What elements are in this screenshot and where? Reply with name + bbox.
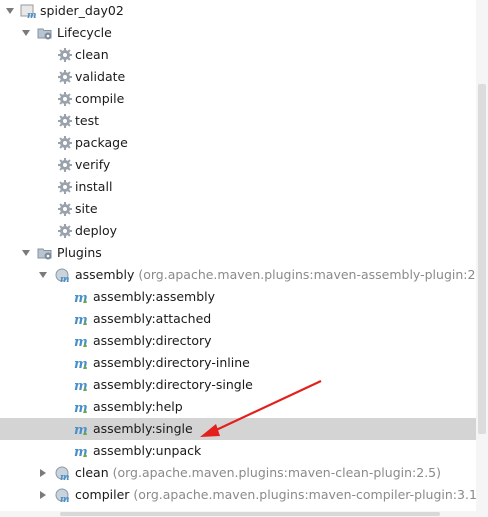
- lifecycle-goal-site[interactable]: site: [0, 198, 476, 220]
- goal-label: install: [75, 179, 113, 194]
- gear-icon: [57, 69, 73, 85]
- gear-icon: [57, 157, 73, 173]
- plugin-compiler-label: compiler (org.apache.maven.plugins:maven…: [75, 484, 476, 506]
- plugin-name: clean: [75, 465, 109, 480]
- tree-row-plugin-clean[interactable]: m clean (org.apache.maven.plugins:maven-…: [0, 462, 476, 484]
- maven-goal-icon: m: [74, 289, 90, 306]
- goal-label: test: [75, 113, 100, 128]
- tree-row-plugin-compiler[interactable]: m compiler (org.apache.maven.plugins:mav…: [0, 484, 476, 506]
- collapse-arrow-icon[interactable]: [37, 484, 49, 506]
- plugin-goal-assembly-directory[interactable]: m assembly:directory: [0, 330, 476, 352]
- plugin-clean-label: clean (org.apache.maven.plugins:maven-cl…: [75, 462, 441, 484]
- lifecycle-goal-clean[interactable]: clean: [0, 44, 476, 66]
- goal-label: assembly:assembly: [93, 289, 216, 304]
- plugin-goal-assembly-help[interactable]: m assembly:help: [0, 396, 476, 418]
- plugin-goal-assembly-directory-inline[interactable]: m assembly:directory-inline: [0, 352, 476, 374]
- maven-goal-icon: m: [74, 377, 90, 394]
- goal-label: verify: [75, 157, 111, 172]
- plugin-icon: m: [55, 465, 71, 483]
- tree-row-plugin-assembly[interactable]: m assembly (org.apache.maven.plugins:mav…: [0, 264, 476, 286]
- expand-arrow-icon[interactable]: [37, 264, 49, 286]
- goal-label: assembly:attached: [93, 311, 212, 326]
- gear-icon: [57, 223, 73, 239]
- goal-label: assembly:directory-single: [93, 377, 253, 392]
- lifecycle-goal-compile[interactable]: compile: [0, 88, 476, 110]
- lifecycle-goal-package[interactable]: package: [0, 132, 476, 154]
- lifecycle-goal-validate[interactable]: validate: [0, 66, 476, 88]
- lifecycle-goal-test[interactable]: test: [0, 110, 476, 132]
- svg-text:m: m: [60, 275, 70, 283]
- gear-icon: [57, 201, 73, 217]
- plugin-goal-assembly-assembly[interactable]: m assembly:assembly: [0, 286, 476, 308]
- folder-gear-icon: [37, 245, 53, 261]
- folder-gear-icon: [37, 25, 53, 41]
- maven-projects-tree: m spider_day02 Lifecycle clean validate: [0, 0, 476, 506]
- goal-label: compile: [75, 91, 125, 106]
- lifecycle-label: Lifecycle: [57, 25, 112, 40]
- maven-goal-icon: m: [74, 311, 90, 328]
- goal-label: package: [75, 135, 128, 150]
- plugin-name: assembly: [75, 267, 135, 282]
- expand-arrow-icon[interactable]: [20, 242, 32, 264]
- plugin-icon: m: [55, 267, 71, 285]
- lifecycle-goal-install[interactable]: install: [0, 176, 476, 198]
- svg-text:m: m: [60, 495, 70, 503]
- goal-label: clean: [75, 47, 109, 62]
- plugin-goal-assembly-directory-single[interactable]: m assembly:directory-single: [0, 374, 476, 396]
- gear-icon: [57, 179, 73, 195]
- svg-text:m: m: [27, 11, 36, 19]
- plugin-coordinates: (org.apache.maven.plugins:maven-compiler…: [133, 487, 476, 502]
- maven-goal-icon: m: [74, 399, 90, 416]
- gear-icon: [57, 113, 73, 129]
- maven-goal-icon: m: [74, 333, 90, 350]
- lifecycle-goal-deploy[interactable]: deploy: [0, 220, 476, 242]
- horizontal-scrollbar[interactable]: [0, 511, 476, 517]
- goal-label: assembly:directory: [93, 333, 212, 348]
- gear-icon: [57, 135, 73, 151]
- lifecycle-goal-verify[interactable]: verify: [0, 154, 476, 176]
- horizontal-scrollbar-thumb[interactable]: [60, 512, 440, 516]
- goal-label: assembly:single: [93, 421, 193, 436]
- plugins-label: Plugins: [57, 245, 102, 260]
- gear-icon: [57, 91, 73, 107]
- plugin-name: compiler: [75, 487, 130, 502]
- plugin-assembly-label: assembly (org.apache.maven.plugins:maven…: [75, 264, 476, 286]
- goal-label: assembly:help: [93, 399, 183, 414]
- plugin-goal-assembly-single[interactable]: m assembly:single: [0, 418, 476, 440]
- goal-label: assembly:directory-inline: [93, 355, 250, 370]
- maven-module-icon: m: [20, 3, 37, 21]
- project-label: spider_day02: [40, 3, 124, 18]
- vertical-scrollbar[interactable]: [476, 0, 488, 517]
- goal-label: assembly:unpack: [93, 443, 202, 458]
- vertical-scrollbar-thumb[interactable]: [478, 84, 486, 434]
- plugin-goal-assembly-attached[interactable]: m assembly:attached: [0, 308, 476, 330]
- maven-goal-icon: m: [74, 421, 90, 438]
- tree-row-project[interactable]: m spider_day02: [0, 0, 476, 22]
- expand-arrow-icon[interactable]: [20, 22, 32, 44]
- goal-label: site: [75, 201, 98, 216]
- plugin-coordinates: (org.apache.maven.plugins:maven-clean-pl…: [112, 465, 441, 480]
- plugin-coordinates: (org.apache.maven.plugins:maven-assembly…: [138, 267, 476, 282]
- plugin-goal-assembly-unpack[interactable]: m assembly:unpack: [0, 440, 476, 462]
- maven-goal-icon: m: [74, 443, 90, 460]
- tree-row-lifecycle[interactable]: Lifecycle: [0, 22, 476, 44]
- tree-row-plugins[interactable]: Plugins: [0, 242, 476, 264]
- gear-icon: [57, 47, 73, 63]
- svg-text:m: m: [60, 473, 70, 481]
- expand-arrow-icon[interactable]: [4, 0, 16, 22]
- plugin-icon: m: [55, 487, 71, 505]
- collapse-arrow-icon[interactable]: [37, 462, 49, 484]
- goal-label: deploy: [75, 223, 118, 238]
- maven-goal-icon: m: [74, 355, 90, 372]
- goal-label: validate: [75, 69, 126, 84]
